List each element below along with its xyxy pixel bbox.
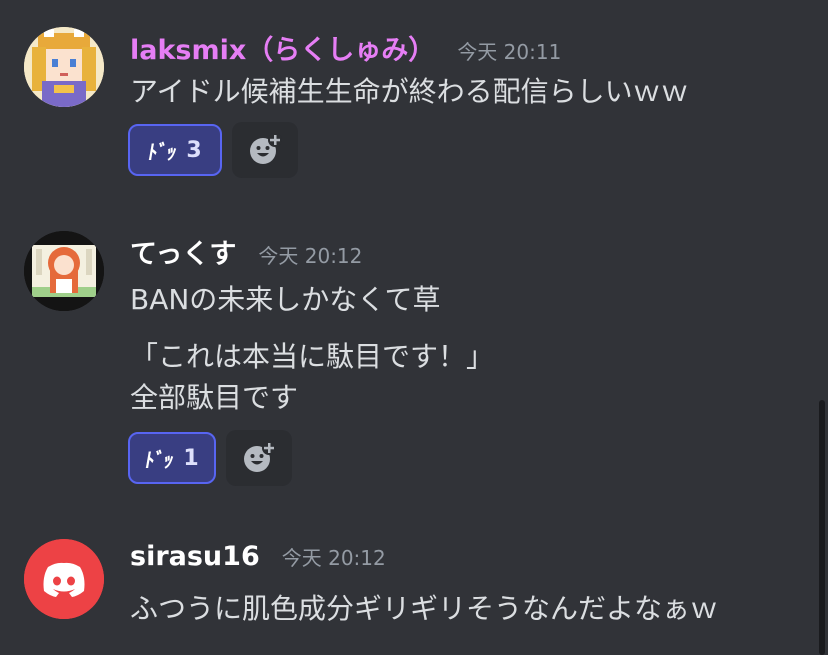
scrollbar[interactable]: [819, 400, 825, 655]
message-header: laksmix（らくしゅみ） 今天 20:11: [130, 28, 561, 67]
avatar-sirasu16[interactable]: [24, 539, 104, 619]
username[interactable]: laksmix（らくしゅみ）: [130, 28, 435, 67]
avatar-pixel-art: [24, 27, 104, 107]
timestamp: 今天 20:12: [258, 244, 363, 268]
timestamp: 今天 20:11: [457, 40, 562, 64]
reaction-count: 3: [186, 137, 202, 163]
add-reaction-icon: [250, 133, 282, 164]
do-emoji-icon: ﾄﾞｯ: [145, 139, 179, 164]
message-text: アイドル候補生生命が終わる配信らしいｗｗ: [130, 75, 689, 108]
do-emoji-icon: ﾄﾞｯ: [142, 447, 176, 472]
message-header: sirasu16 今天 20:12: [130, 541, 386, 572]
avatar-anime-art: [24, 231, 104, 311]
username[interactable]: sirasu16: [130, 541, 260, 572]
reaction-bar: ﾄﾞｯ 3: [128, 122, 298, 178]
avatar-laksmix[interactable]: [24, 27, 104, 107]
add-reaction-button[interactable]: [226, 430, 292, 486]
add-reaction-icon: [244, 441, 276, 472]
add-reaction-button[interactable]: [232, 122, 298, 178]
reaction-bar: ﾄﾞｯ 1: [128, 430, 292, 486]
avatar-tex[interactable]: [24, 231, 104, 311]
message-text: 全部駄目です: [130, 381, 299, 414]
message-text: BANの未来しかなくて草: [130, 283, 441, 316]
discord-logo-icon: [24, 539, 104, 619]
reaction-do-emoji[interactable]: ﾄﾞｯ 3: [128, 124, 222, 176]
reaction-count: 1: [183, 445, 199, 471]
username[interactable]: てっくす: [130, 232, 236, 271]
reaction-do-emoji[interactable]: ﾄﾞｯ 1: [128, 432, 216, 484]
message-header: てっくす 今天 20:12: [130, 232, 362, 271]
timestamp: 今天 20:12: [281, 546, 386, 570]
message-text: 「これは本当に駄目です！」: [130, 340, 495, 373]
message-text: ふつうに肌色成分ギリギリそうなんだよなぁｗ: [130, 592, 719, 625]
